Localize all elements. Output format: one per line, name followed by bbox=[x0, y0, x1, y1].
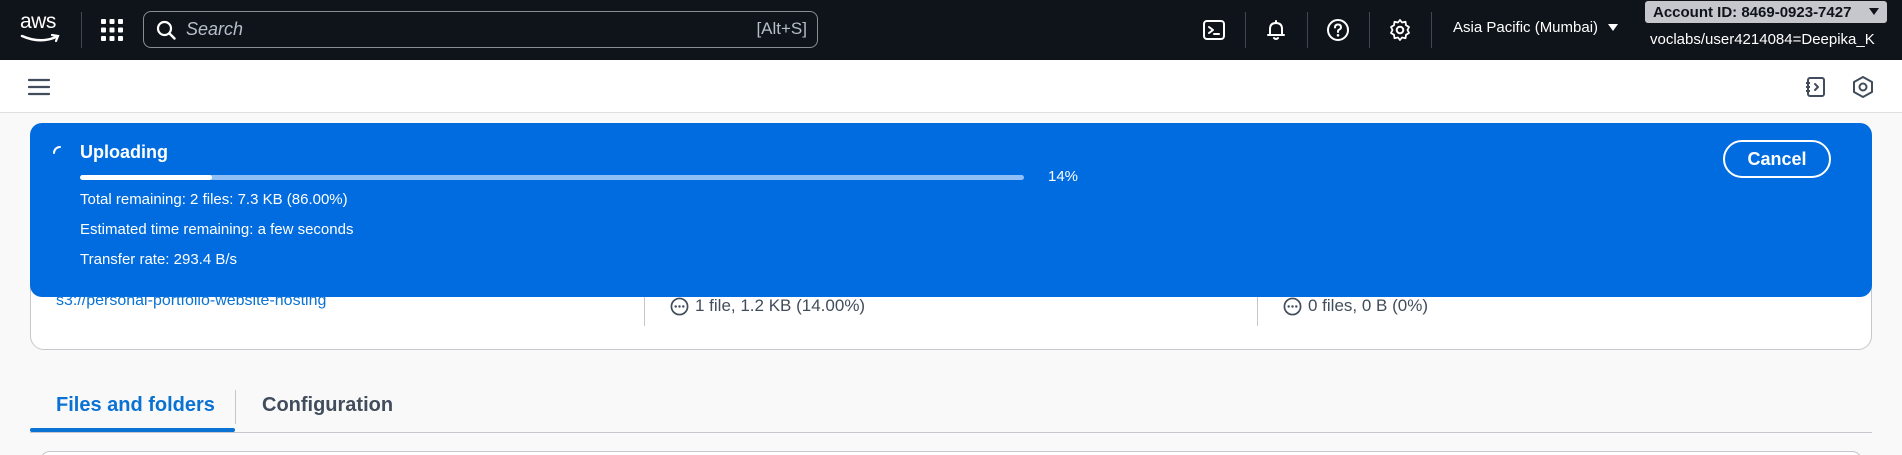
tab-bar: Files and folders Configuration bbox=[30, 384, 1872, 433]
caret-down-icon bbox=[1608, 24, 1619, 31]
region-selector[interactable]: Asia Pacific (Mumbai) bbox=[1453, 19, 1619, 36]
failed-value: 0 files, 0 B (0%) bbox=[1308, 296, 1428, 315]
nav-divider bbox=[1431, 12, 1432, 48]
nav-divider bbox=[1369, 12, 1370, 48]
search-icon bbox=[156, 20, 176, 40]
in-progress-icon bbox=[670, 297, 689, 315]
aws-logo-text: aws bbox=[20, 10, 56, 33]
aws-smile-icon bbox=[20, 33, 60, 43]
nav-divider bbox=[1307, 12, 1308, 48]
caret-down-icon bbox=[1869, 8, 1879, 15]
upload-progress-bar bbox=[80, 175, 1024, 180]
succeeded-stat: 1 file, 1.2 KB (14.00%) bbox=[670, 296, 865, 316]
settings-hexagon-icon[interactable] bbox=[1851, 75, 1875, 99]
tab-divider bbox=[235, 390, 236, 424]
user-label[interactable]: voclabs/user4214084=Deepika_K bbox=[1650, 31, 1875, 48]
account-id-label: Account ID: 8469-0923-7427 bbox=[1653, 3, 1852, 21]
services-grid-icon[interactable] bbox=[100, 18, 124, 42]
tab-files-and-folders[interactable]: Files and folders bbox=[56, 394, 215, 417]
help-icon[interactable] bbox=[1324, 16, 1352, 44]
search-shortcut-hint: [Alt+S] bbox=[756, 19, 807, 38]
hamburger-menu-icon[interactable] bbox=[28, 77, 50, 97]
aws-logo[interactable]: aws bbox=[20, 10, 62, 46]
time-remaining-text: Estimated time remaining: a few seconds bbox=[80, 221, 354, 238]
notes-panel-icon[interactable] bbox=[1804, 75, 1828, 99]
upload-progress-banner: Uploading 14% Total remaining: 2 files: … bbox=[30, 123, 1872, 297]
nav-divider bbox=[81, 12, 82, 48]
transfer-rate-text: Transfer rate: 293.4 B/s bbox=[80, 251, 238, 268]
loading-spinner-icon bbox=[53, 146, 61, 154]
total-remaining-text: Total remaining: 2 files: 7.3 KB (86.00%… bbox=[80, 191, 348, 208]
succeeded-value: 1 file, 1.2 KB (14.00%) bbox=[695, 296, 866, 315]
search-input[interactable] bbox=[186, 19, 706, 40]
secondary-toolbar bbox=[0, 60, 1902, 113]
in-progress-icon bbox=[1283, 297, 1302, 315]
cloudshell-icon[interactable] bbox=[1200, 16, 1228, 44]
account-menu[interactable]: Account ID: 8469-0923-7427 bbox=[1645, 1, 1887, 23]
files-table-card bbox=[40, 451, 1862, 455]
search-box[interactable]: [Alt+S] bbox=[143, 11, 818, 48]
banner-title: Uploading bbox=[80, 142, 168, 162]
settings-gear-icon[interactable] bbox=[1386, 16, 1414, 44]
region-label: Asia Pacific (Mumbai) bbox=[1453, 19, 1599, 36]
failed-stat: 0 files, 0 B (0%) bbox=[1283, 296, 1428, 316]
active-tab-indicator bbox=[30, 428, 235, 432]
cancel-button[interactable]: Cancel bbox=[1723, 140, 1831, 178]
top-navigation: aws [Alt+S] bbox=[0, 0, 1902, 60]
tab-configuration[interactable]: Configuration bbox=[262, 394, 393, 417]
nav-divider bbox=[1245, 12, 1246, 48]
notifications-bell-icon[interactable] bbox=[1262, 16, 1290, 44]
progress-percent: 14% bbox=[1048, 168, 1079, 185]
progress-fill bbox=[80, 175, 213, 180]
